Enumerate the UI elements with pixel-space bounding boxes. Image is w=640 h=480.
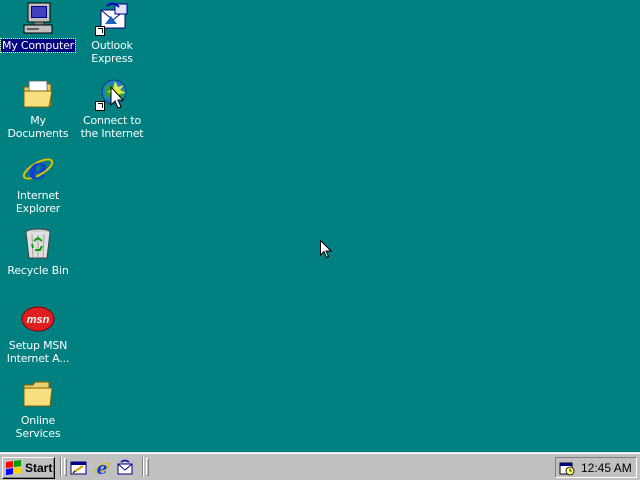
scheduler-icon[interactable] (559, 460, 575, 476)
outlook-express-icon (117, 459, 133, 475)
recycle-bin-icon (21, 227, 55, 261)
desktop-icon-my-documents[interactable]: My Documents (0, 77, 76, 140)
desktop-icon-label: Setup MSN Internet A... (6, 339, 70, 365)
taskbar: Start e 12:45 AM (0, 452, 640, 480)
show-desktop-icon (70, 461, 87, 475)
desktop-icon-label: Internet Explorer (15, 189, 61, 215)
desktop-icon-label: Connect to the Internet (80, 114, 144, 140)
connect-internet-icon (95, 77, 129, 111)
quick-launch-internet-explorer[interactable]: e (93, 459, 111, 479)
internet-explorer-icon: e (21, 152, 55, 187)
desktop-icon-label: My Documents (7, 114, 69, 140)
mouse-pointer-icon (320, 239, 333, 259)
quick-launch-show-desktop[interactable] (70, 459, 88, 477)
msn-icon: msn (21, 302, 55, 336)
desktop-icon-outlook-express[interactable]: Outlook Express (74, 2, 150, 65)
desktop-icon-label: My Computer (0, 38, 76, 53)
taskbar-clock[interactable]: 12:45 AM (581, 461, 632, 475)
desktop-icon-label: Online Services (15, 414, 61, 440)
system-tray: 12:45 AM (555, 457, 637, 478)
start-button-label: Start (25, 461, 53, 475)
start-button[interactable]: Start (2, 457, 55, 479)
quick-launch-outlook-express[interactable] (116, 459, 134, 477)
my-computer-icon (21, 2, 55, 36)
desktop-icon-setup-msn[interactable]: msn Setup MSN Internet A... (0, 302, 76, 365)
internet-explorer-icon: e (94, 459, 110, 479)
shortcut-arrow-icon (95, 101, 105, 111)
desktop-icon-connect-internet[interactable]: Connect to the Internet (74, 77, 150, 140)
svg-text:msn: msn (27, 314, 50, 326)
shortcut-arrow-icon (95, 26, 105, 36)
svg-text:e: e (97, 459, 108, 477)
desktop-icon-recycle-bin[interactable]: Recycle Bin (0, 227, 76, 277)
task-buttons-grip[interactable] (146, 458, 149, 476)
desktop-icon-my-computer[interactable]: My Computer (0, 2, 76, 53)
windows-logo-icon (6, 460, 22, 476)
desktop-icon-online-services[interactable]: Online Services (0, 377, 76, 440)
svg-text:e: e (28, 152, 47, 186)
my-documents-icon (21, 77, 55, 111)
outlook-express-icon (95, 2, 129, 36)
desktop-icon-label: Recycle Bin (7, 264, 69, 277)
desktop-icon-internet-explorer[interactable]: e Internet Explorer (0, 152, 76, 215)
folder-icon (21, 377, 55, 411)
quick-launch-grip[interactable] (64, 458, 67, 476)
taskbar-separator (60, 457, 62, 477)
taskbar-separator (142, 457, 144, 477)
desktop-icon-label: Outlook Express (91, 39, 133, 65)
